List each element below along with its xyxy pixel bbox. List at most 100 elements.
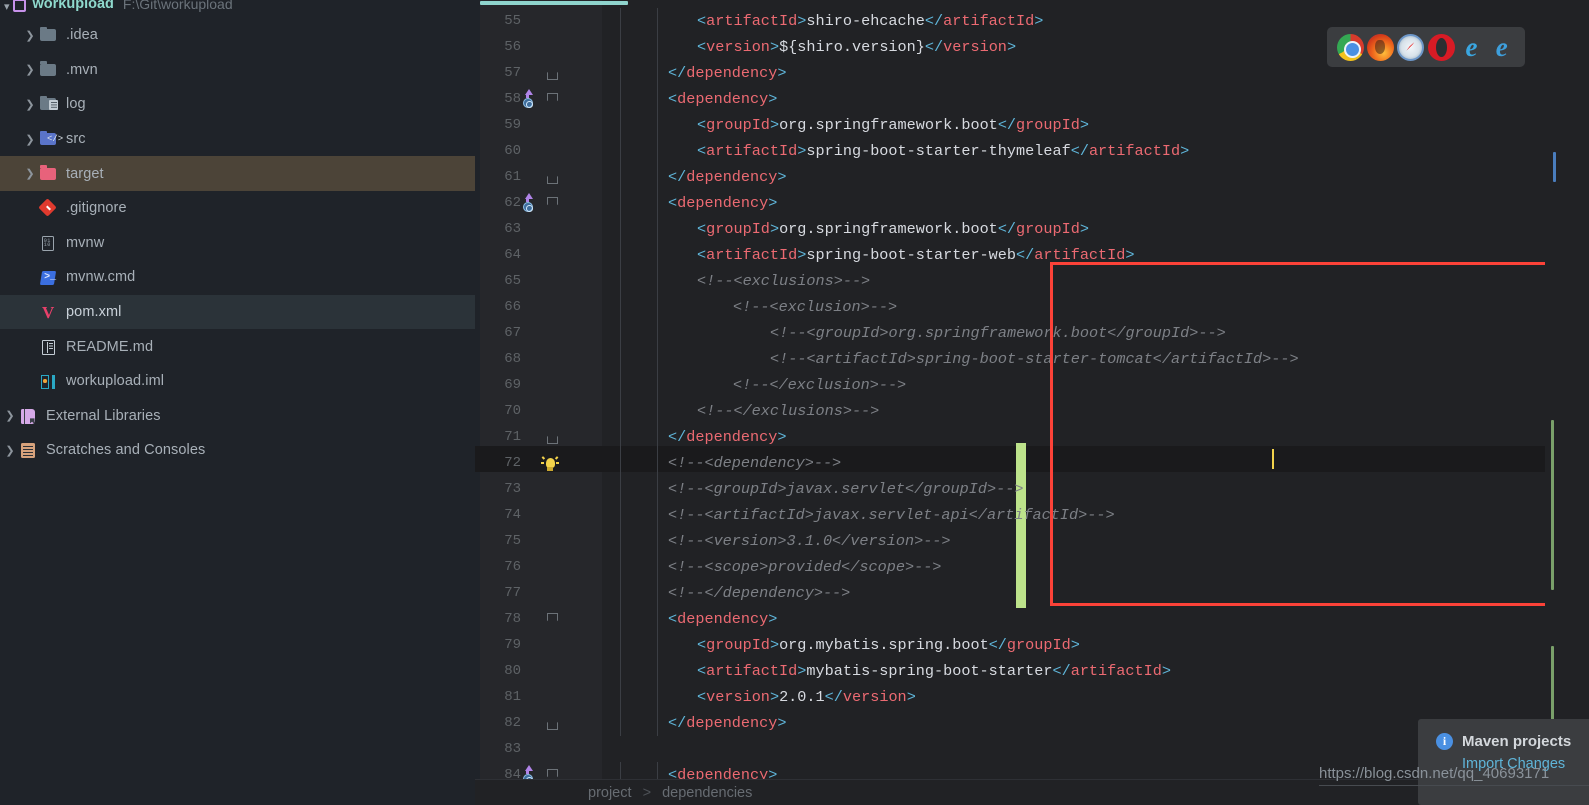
line-number: 58: [504, 91, 521, 107]
code-line[interactable]: 63 <groupId>org.springframework.boot</gro…: [475, 216, 1589, 242]
browser-launch-toolbar[interactable]: e e: [1327, 27, 1525, 67]
firefox-icon[interactable]: [1366, 33, 1394, 61]
scrollbar-marker-green[interactable]: [1551, 646, 1554, 726]
chevron-right-icon[interactable]: ❯: [2, 409, 18, 422]
code-line[interactable]: 59 <groupId>org.springframework.boot</gro…: [475, 112, 1589, 138]
fold-end-icon[interactable]: [547, 717, 558, 730]
tree-item--idea[interactable]: ❯ .idea: [0, 18, 475, 53]
code-line[interactable]: 73 <!--<groupId>javax.servlet</groupId>--…: [475, 476, 1589, 502]
chevron-right-icon[interactable]: ❯: [22, 29, 38, 42]
internet-explorer-icon[interactable]: e: [1458, 32, 1485, 62]
fold-start-icon[interactable]: [547, 93, 558, 106]
tree-item-readme-md[interactable]: README.md: [0, 329, 475, 364]
watermark-underline: [1319, 785, 1589, 786]
tree-item--mvn[interactable]: ❯ .mvn: [0, 53, 475, 88]
code-line[interactable]: 77 <!--</dependency>-->: [475, 580, 1589, 606]
fold-end-icon[interactable]: [547, 67, 558, 80]
line-number: 76: [504, 559, 521, 575]
tree-item-log[interactable]: ❯ log: [0, 87, 475, 122]
code-line[interactable]: 71 </dependency>: [475, 424, 1589, 450]
code-line[interactable]: 65 <!--<exclusions>-->: [475, 268, 1589, 294]
code-line[interactable]: 70 <!--</exclusions>-->: [475, 398, 1589, 424]
folder-target-icon: [38, 165, 58, 183]
line-number: 57: [504, 65, 521, 81]
code-line[interactable]: 74 <!--<artifactId>javax.servlet-api</art…: [475, 502, 1589, 528]
scrollbar-marker-blue[interactable]: [1553, 152, 1556, 182]
maven-dependency-icon[interactable]: [520, 89, 535, 108]
tree-item-workupload-iml[interactable]: workupload.iml: [0, 364, 475, 399]
code-text: <!--<scope>provided</scope>-->: [668, 558, 942, 576]
tree-item-src[interactable]: ❯ </> src: [0, 122, 475, 157]
line-number: 74: [504, 507, 521, 523]
code-text: <groupId>org.springframework.boot</group…: [697, 116, 1089, 134]
code-line[interactable]: 81 <version>2.0.1</version>: [475, 684, 1589, 710]
tree-item-mvnw[interactable]: 01 10 mvnw: [0, 226, 475, 261]
tree-item-target[interactable]: ❯ target: [0, 156, 475, 191]
code-line[interactable]: 60 <artifactId>spring-boot-starter-thymel…: [475, 138, 1589, 164]
line-number: 77: [504, 585, 521, 601]
code-line[interactable]: 78 <dependency>: [475, 606, 1589, 632]
tree-item-label: mvnw: [66, 234, 105, 251]
code-line[interactable]: 80 <artifactId>mybatis-spring-boot-starte…: [475, 658, 1589, 684]
code-line[interactable]: 62 <dependency>: [475, 190, 1589, 216]
safari-icon[interactable]: [1397, 33, 1425, 61]
maven-import-notification[interactable]: i Maven projects Import Changes: [1418, 719, 1589, 805]
code-line[interactable]: 64 <artifactId>spring-boot-starter-web</a…: [475, 242, 1589, 268]
line-number: 55: [504, 13, 521, 29]
edge-icon[interactable]: e: [1488, 32, 1515, 62]
tree-item-label: pom.xml: [66, 304, 122, 321]
fold-end-icon[interactable]: [547, 431, 558, 444]
code-text: <version>${shiro.version}</version>: [697, 38, 1017, 56]
code-text: <!--<artifactId>javax.servlet-api</artif…: [668, 506, 1115, 524]
chevron-right-icon[interactable]: ❯: [22, 63, 38, 76]
tree-item-mvnw-cmd[interactable]: >_ mvnw.cmd: [0, 260, 475, 295]
project-root-name: workupload: [32, 0, 114, 12]
code-text: <artifactId>shiro-ehcache</artifactId>: [697, 12, 1044, 30]
opera-icon[interactable]: [1427, 33, 1455, 61]
scrollbar-marker-green[interactable]: [1551, 420, 1554, 590]
tree-item-label: .gitignore: [66, 200, 127, 217]
code-line[interactable]: 58 <dependency>: [475, 86, 1589, 112]
maven-dependency-icon[interactable]: [520, 193, 535, 212]
code-text: <dependency>: [668, 90, 778, 108]
project-tool-window[interactable]: ▾ workupload F:\Git\workupload ❯ .idea ❯ .m…: [0, 0, 475, 805]
code-line[interactable]: 72 <!--<dependency>-->: [475, 450, 1589, 476]
project-root-header[interactable]: ▾ workupload F:\Git\workupload: [0, 0, 475, 18]
chevron-right-icon[interactable]: ❯: [22, 133, 38, 146]
tree-item-pom-xml[interactable]: Vpom.xml: [0, 294, 475, 330]
line-number: 71: [504, 429, 521, 445]
code-line[interactable]: 67 <!--<groupId>org.springframework.boot<…: [475, 320, 1589, 346]
code-line[interactable]: 69 <!--</exclusion>-->: [475, 372, 1589, 398]
tree-item-label: .mvn: [66, 61, 98, 78]
fold-end-icon[interactable]: [547, 171, 558, 184]
fold-start-icon[interactable]: [547, 613, 558, 626]
chevron-down-icon[interactable]: ▾: [4, 0, 10, 13]
chrome-icon[interactable]: [1336, 33, 1364, 61]
line-number: 59: [504, 117, 521, 133]
project-tree-list[interactable]: ❯ .idea ❯ .mvn ❯ log ❯ </> src ❯ target .gitignore 0…: [0, 18, 475, 468]
code-line[interactable]: 66 <!--<exclusion>-->: [475, 294, 1589, 320]
code-line[interactable]: 79 <groupId>org.mybatis.spring.boot</grou…: [475, 632, 1589, 658]
code-editor[interactable]: 55 <artifactId>shiro-ehcache</artifactId>…: [475, 0, 1589, 805]
breadcrumb-item-dependencies[interactable]: dependencies: [662, 785, 752, 801]
chevron-right-icon[interactable]: ❯: [22, 98, 38, 111]
binary-file-icon: 01 10: [38, 234, 58, 252]
tree-item-external-libraries[interactable]: ❯ External Libraries: [0, 399, 475, 434]
tree-item-scratches-and-consoles[interactable]: ❯ Scratches and Consoles: [0, 433, 475, 468]
intention-bulb-icon[interactable]: [540, 455, 560, 473]
code-text: <!--</exclusion>-->: [733, 376, 907, 394]
code-line[interactable]: 76 <!--<scope>provided</scope>-->: [475, 554, 1589, 580]
chevron-right-icon[interactable]: ❯: [22, 167, 38, 180]
line-number: 68: [504, 351, 521, 367]
code-line[interactable]: 61 </dependency>: [475, 164, 1589, 190]
code-text: <!--<exclusions>-->: [697, 272, 871, 290]
breadcrumb-item-project[interactable]: project: [588, 785, 632, 801]
code-line[interactable]: 75 <!--<version>3.1.0</version>-->: [475, 528, 1589, 554]
code-line[interactable]: 68 <!--<artifactId>spring-boot-starter-to…: [475, 346, 1589, 372]
code-text: <!--</dependency>-->: [668, 584, 851, 602]
fold-start-icon[interactable]: [547, 197, 558, 210]
tree-item--gitignore[interactable]: .gitignore: [0, 191, 475, 226]
code-text: <artifactId>mybatis-spring-boot-starter<…: [697, 662, 1171, 680]
project-root-path: F:\Git\workupload: [122, 0, 233, 12]
chevron-right-icon[interactable]: ❯: [2, 444, 18, 457]
